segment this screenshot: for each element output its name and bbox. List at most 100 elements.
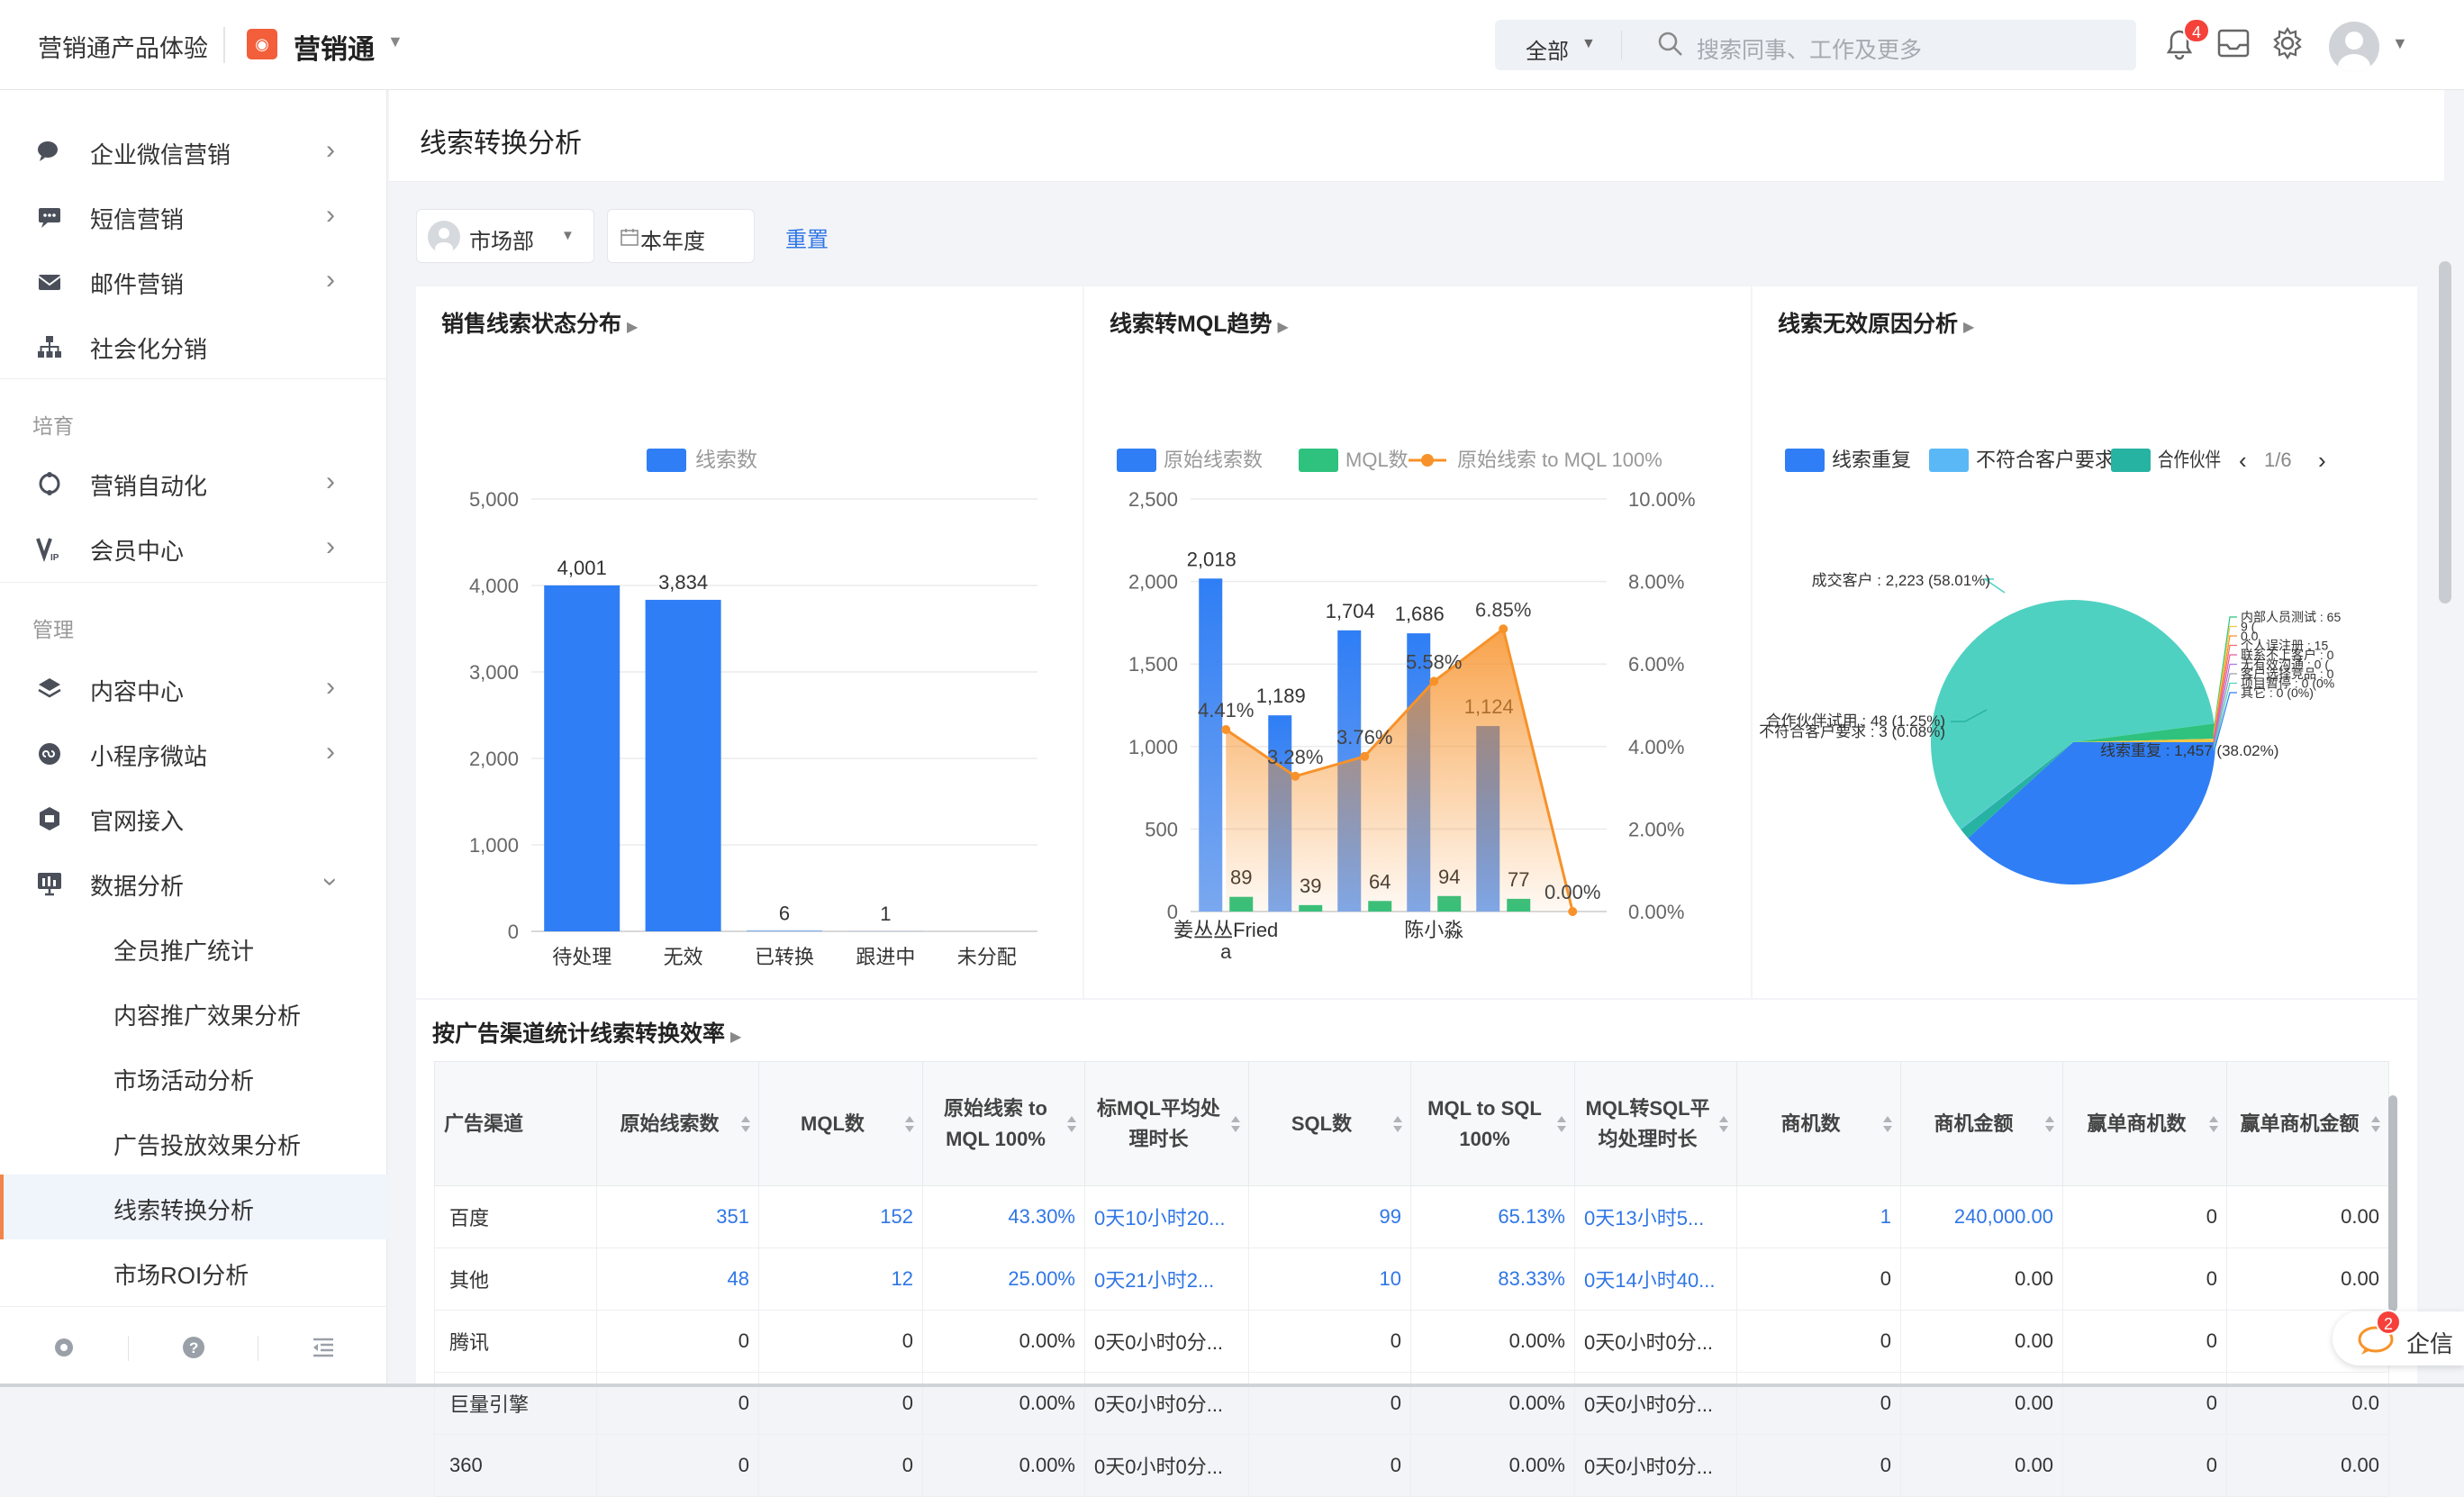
prev-page-icon: ‹ [2239, 447, 2247, 474]
sidebar-item-email[interactable]: 邮件营销› [0, 249, 387, 313]
slice-label: 内部人员测试 : 65 [2241, 610, 2341, 624]
sidebar-item-social[interactable]: 社会化分销 [0, 313, 387, 378]
period-filter[interactable]: 本年度 [607, 209, 755, 263]
rate-point [1499, 624, 1508, 633]
sidebar-item-sms[interactable]: 短信营销› [0, 184, 387, 249]
product-name[interactable]: 营销通产品体验 [38, 29, 208, 64]
chevron-down-icon: ▼ [561, 228, 575, 243]
table-cell[interactable]: 0天13小时5... [1575, 1186, 1737, 1248]
reset-link[interactable]: 重置 [785, 222, 829, 253]
table-cell[interactable]: 0天10小时20... [1085, 1186, 1249, 1248]
column-header[interactable]: 标MQL平均处理时长 [1085, 1062, 1249, 1186]
sidebar-subitem-campaign[interactable]: 市场活动分析 [0, 1045, 387, 1110]
table-cell[interactable]: 25.00% [923, 1248, 1085, 1311]
column-header[interactable]: MQL to SQL 100% [1411, 1062, 1575, 1186]
qixin-chat-button[interactable]: 2 企信 [2333, 1311, 2464, 1365]
sort-icon[interactable] [902, 1112, 917, 1136]
table-cell: 0.00% [1411, 1311, 1575, 1373]
sidebar-item-automation[interactable]: 营销自动化› [0, 450, 387, 515]
gear-icon[interactable] [2268, 23, 2307, 63]
sort-icon[interactable] [1717, 1112, 1731, 1136]
sort-icon[interactable] [1064, 1112, 1079, 1136]
table-cell[interactable]: 1 [1737, 1186, 1901, 1248]
sidebar-subitem-ad-effect[interactable]: 广告投放效果分析 [0, 1110, 387, 1175]
column-header[interactable]: 原始线索数 [597, 1062, 759, 1186]
sort-icon[interactable] [1880, 1112, 1895, 1136]
chevron-down-icon[interactable]: ▼ [2392, 34, 2408, 53]
y2-tick-label: 4.00% [1628, 736, 1684, 758]
department-filter[interactable]: 市场部 ▼ [416, 209, 594, 263]
table-cell: 0.00% [923, 1311, 1085, 1373]
column-header[interactable]: MQL数 [759, 1062, 923, 1186]
bar [544, 585, 620, 931]
sidebar-subitem-staff-promo[interactable]: 全员推广统计 [0, 915, 387, 980]
inbox-icon[interactable] [2214, 23, 2253, 63]
sidebar-item-miniprogram[interactable]: 小程序微站› [0, 721, 387, 785]
page-scrollbar[interactable] [2439, 261, 2451, 603]
table-cell[interactable]: 99 [1249, 1186, 1411, 1248]
table-cell[interactable]: 152 [759, 1186, 923, 1248]
sidebar-item-wecom[interactable]: 企业微信营销› [0, 119, 387, 184]
sidebar-subitem-content-promo[interactable]: 内容推广效果分析 [0, 980, 387, 1045]
global-search[interactable]: 全部 ▼ 搜索同事、工作及更多 [1495, 20, 2136, 70]
column-header[interactable]: 商机数 [1737, 1062, 1901, 1186]
column-header[interactable]: 商机金额 [1901, 1062, 2063, 1186]
sidebar-subitem-roi[interactable]: 市场ROI分析 [0, 1239, 387, 1304]
table-cell[interactable]: 43.30% [923, 1186, 1085, 1248]
search-icon [1657, 31, 1684, 58]
slice-label: 其它 : 0 (0%) [2241, 685, 2314, 700]
chevron-right-icon: › [326, 467, 335, 497]
sort-icon[interactable] [1228, 1112, 1243, 1136]
help-icon[interactable]: ? [180, 1334, 207, 1361]
sort-icon[interactable] [1391, 1112, 1405, 1136]
sort-icon[interactable] [1554, 1112, 1569, 1136]
column-header[interactable]: 广告渠道 [435, 1062, 597, 1186]
table-cell: 0天0小时0分... [1575, 1435, 1737, 1497]
sidebar-item-website[interactable]: 官网接入 [0, 785, 387, 850]
sidebar-item-analytics[interactable]: 数据分析› [0, 850, 387, 915]
table-cell[interactable]: 240,000.00 [1901, 1186, 2063, 1248]
table-cell[interactable]: 12 [759, 1248, 923, 1311]
y-tick-label: 2,500 [1128, 488, 1178, 511]
search-scope-select[interactable]: 全部 [1526, 33, 1569, 65]
table-cell[interactable]: 0天21小时2... [1085, 1248, 1249, 1311]
column-header[interactable]: 赢单商机金额 [2227, 1062, 2389, 1186]
sidebar-item-member[interactable]: IP 会员中心› [0, 515, 387, 580]
column-header[interactable]: MQL转SQL平均处理时长 [1575, 1062, 1737, 1186]
table-cell: 0.00 [2227, 1186, 2389, 1248]
collapse-menu-icon[interactable] [310, 1334, 337, 1361]
sidebar-subitem-lead-conversion[interactable]: 线索转换分析 [0, 1175, 387, 1239]
page-title: 线索转换分析 [420, 121, 582, 160]
column-header[interactable]: 原始线索 to MQL 100% [923, 1062, 1085, 1186]
chevron-down-icon[interactable]: ▼ [1581, 36, 1596, 52]
table-cell[interactable]: 65.13% [1411, 1186, 1575, 1248]
pie-chart-invalid: 线索重复不符合客户要求合作伙伴‹1/6›成交客户 : 2,223 (58.01%… [1753, 286, 2417, 998]
y2-tick-label: 6.00% [1628, 653, 1684, 676]
avatar[interactable] [2329, 22, 2379, 72]
table-cell: 0.00 [1901, 1311, 2063, 1373]
column-header[interactable]: 赢单商机数 [2063, 1062, 2227, 1186]
table-cell[interactable]: 10 [1249, 1248, 1411, 1311]
slice-label: 线索重复 : 1,457 (38.02%) [2100, 742, 2278, 759]
sort-icon[interactable] [2043, 1112, 2057, 1136]
search-placeholder[interactable]: 搜索同事、工作及更多 [1697, 32, 1922, 65]
sort-icon[interactable] [2369, 1112, 2383, 1136]
table-cell: 0 [759, 1373, 923, 1435]
legend-label: 线索重复 [1832, 449, 1911, 471]
settings-icon[interactable] [50, 1334, 77, 1361]
table-scrollbar[interactable] [2388, 1095, 2397, 1311]
sort-icon[interactable] [2206, 1112, 2221, 1136]
table-cell[interactable]: 351 [597, 1186, 759, 1248]
table-cell: 0 [759, 1435, 923, 1497]
table-cell: 0 [1737, 1311, 1901, 1373]
table-cell[interactable]: 83.33% [1411, 1248, 1575, 1311]
page-header: 线索转换分析 [389, 90, 2444, 182]
sidebar-item-content[interactable]: 内容中心› [0, 656, 387, 721]
group-label-nurture: 培育 [32, 409, 74, 440]
table-cell[interactable]: 48 [597, 1248, 759, 1311]
sort-icon[interactable] [738, 1112, 753, 1136]
app-switch-chevron-icon[interactable]: ▼ [387, 32, 403, 51]
table-cell[interactable]: 0天14小时40... [1575, 1248, 1737, 1311]
column-header[interactable]: SQL数 [1249, 1062, 1411, 1186]
app-name[interactable]: 营销通 [294, 27, 375, 67]
